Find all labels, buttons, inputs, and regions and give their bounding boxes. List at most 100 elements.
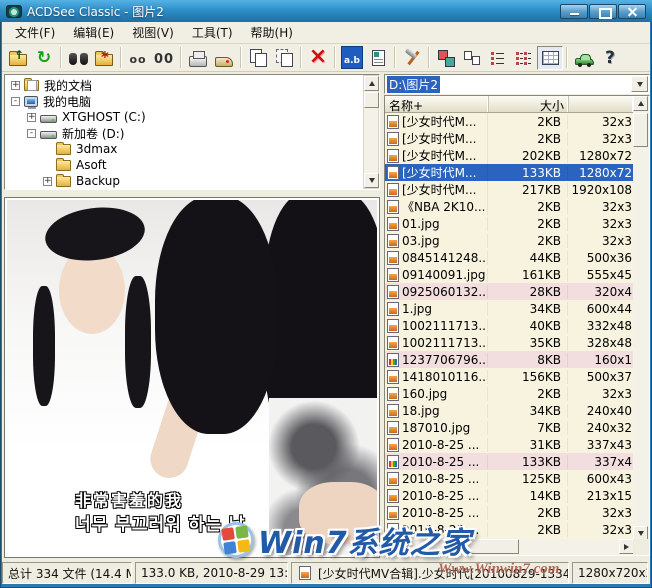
file-row[interactable]: 2010-8-25 ...2KB32x3 <box>385 504 634 521</box>
toolbar-separator <box>394 47 396 68</box>
list-hscroll-thumb[interactable] <box>401 539 519 554</box>
menu-item[interactable]: 文件(F) <box>6 22 64 43</box>
file-row[interactable]: 187010.jpg7KB240x32 <box>385 419 634 436</box>
path-combobox[interactable]: D:\图片2 <box>384 74 650 94</box>
file-row[interactable]: 1418010116...156KB500x37 <box>385 368 634 385</box>
file-list-body: [少女时代M...2KB32x3[少女时代M...2KB32x3[少女时代M..… <box>385 113 634 541</box>
file-row[interactable]: 1237706796...8KB160x1 <box>385 351 634 368</box>
acquire-button[interactable] <box>211 46 237 70</box>
status-dimensions: 1280x720x24b <box>572 562 648 584</box>
menu-item[interactable]: 帮助(H) <box>242 22 302 43</box>
tree-item[interactable]: -新加卷 (D:) <box>5 125 362 141</box>
tree-scroll-thumb[interactable] <box>364 92 379 108</box>
file-size: 2KB <box>488 217 568 231</box>
file-row[interactable]: 1.jpg34KB600x44 <box>385 300 634 317</box>
column-header-name[interactable]: 名称+ <box>385 96 489 112</box>
file-row[interactable]: 03.jpg2KB32x3 <box>385 232 634 249</box>
file-name: 18.jpg <box>402 404 488 418</box>
tree-item[interactable]: +我的文档 <box>5 77 362 93</box>
view-thumbnails-button[interactable] <box>433 46 459 70</box>
view-smalls-icon-button[interactable] <box>459 46 485 70</box>
rename-button[interactable]: a.b <box>339 46 365 70</box>
print-button[interactable] <box>185 46 211 70</box>
car-button[interactable] <box>571 46 597 70</box>
list-scroll-up-button[interactable] <box>633 96 648 111</box>
list-scroll-thumb[interactable] <box>633 113 648 147</box>
file-row[interactable]: 1002111713...40KB332x48 <box>385 317 634 334</box>
favorites-folder-button[interactable]: * <box>91 46 117 70</box>
file-row[interactable]: 2010-8-25 ...31KB337x43 <box>385 436 634 453</box>
file-row[interactable]: 2010-8-25 ...125KB600x43 <box>385 470 634 487</box>
circles-small-button[interactable]: oo <box>125 46 151 70</box>
file-size: 133KB <box>488 166 568 180</box>
list-scroll-right-button[interactable] <box>619 539 634 554</box>
find-button[interactable] <box>65 46 91 70</box>
column-header-size[interactable]: 大小 <box>489 96 569 112</box>
file-dimensions: 328x48 <box>568 336 634 350</box>
tree-scrollbar[interactable] <box>363 75 379 189</box>
list-horizontal-scrollbar[interactable] <box>385 539 634 555</box>
file-dimensions: 240x40 <box>568 404 634 418</box>
file-row[interactable]: 01.jpg2KB32x3 <box>385 215 634 232</box>
file-row[interactable]: 2010-8-25 ...133KB337x4 <box>385 453 634 470</box>
file-row[interactable]: [少女时代M...2KB32x3 <box>385 130 634 147</box>
tree-scroll-down-button[interactable] <box>364 173 379 188</box>
file-size: 2KB <box>488 132 568 146</box>
expand-icon[interactable]: + <box>11 81 20 90</box>
menu-item[interactable]: 编辑(E) <box>64 22 123 43</box>
file-dimensions: 500x36 <box>568 251 634 265</box>
menu-item[interactable]: 视图(V) <box>123 22 183 43</box>
file-row[interactable]: 2010-8-25 ...2KB32x3 <box>385 521 634 538</box>
path-dropdown-button[interactable] <box>631 76 648 92</box>
view-details-button[interactable] <box>537 46 563 70</box>
tree-scroll-up-button[interactable] <box>364 76 379 91</box>
list-scroll-left-button[interactable] <box>385 539 400 554</box>
minimize-button[interactable] <box>560 4 588 19</box>
close-button[interactable] <box>618 4 646 19</box>
file-size: 2KB <box>488 200 568 214</box>
file-row[interactable]: [少女时代M...202KB1280x72 <box>385 147 634 164</box>
help-button[interactable]: ? <box>597 46 623 70</box>
file-row[interactable]: [少女时代M...2KB32x3 <box>385 113 634 130</box>
file-row[interactable]: 0925060132...28KB320x4 <box>385 283 634 300</box>
file-row[interactable]: 160.jpg2KB32x3 <box>385 385 634 402</box>
maximize-button[interactable] <box>589 4 617 19</box>
file-dimensions: 337x43 <box>568 438 634 452</box>
delete-button[interactable]: × <box>305 46 331 70</box>
collapse-icon[interactable]: - <box>11 97 20 106</box>
view-list-button[interactable] <box>485 46 511 70</box>
view-detail-list-button[interactable] <box>511 46 537 70</box>
circles-large-icon: 00 <box>154 48 174 67</box>
description-button[interactable] <box>365 46 391 70</box>
tree-item[interactable]: +XTGHOST (C:) <box>5 109 362 125</box>
menu-item[interactable]: 工具(T) <box>183 22 242 43</box>
preview-pane[interactable]: 非常害羞的我 너무 부끄러워 하는 날 <box>4 197 380 558</box>
list-vertical-scrollbar[interactable] <box>633 96 649 541</box>
copy-button[interactable] <box>245 46 271 70</box>
file-size: 31KB <box>488 438 568 452</box>
file-row[interactable]: 18.jpg34KB240x40 <box>385 402 634 419</box>
computer-icon <box>24 96 38 107</box>
circles-large-button[interactable]: 00 <box>151 46 177 70</box>
expand-icon[interactable]: + <box>43 177 52 186</box>
file-row[interactable]: 《NBA 2K10...2KB32x3 <box>385 198 634 215</box>
file-row[interactable]: [少女时代M...217KB1920x108 <box>385 181 634 198</box>
expand-icon[interactable]: + <box>27 113 36 122</box>
tools-button[interactable] <box>399 46 425 70</box>
file-row[interactable]: 0845141248...44KB500x36 <box>385 249 634 266</box>
column-header-dims[interactable] <box>569 96 634 112</box>
refresh-button[interactable]: ↻ <box>31 46 57 70</box>
title-bar[interactable]: ACDSee Classic - 图片2 <box>0 0 652 22</box>
file-row[interactable]: [少女时代M...133KB1280x72 <box>385 164 634 181</box>
tree-item[interactable]: Asoft <box>5 157 362 173</box>
file-row[interactable]: 1002111713...35KB328x48 <box>385 334 634 351</box>
toolbar-separator <box>566 47 568 68</box>
tree-item[interactable]: +Backup <box>5 173 362 189</box>
tree-item[interactable]: -我的电脑 <box>5 93 362 109</box>
tree-item[interactable]: 3dmax <box>5 141 362 157</box>
file-row[interactable]: 2010-8-25 ...14KB213x15 <box>385 487 634 504</box>
file-row[interactable]: 09140091.jpg161KB555x45 <box>385 266 634 283</box>
up-folder-button[interactable]: ↑ <box>5 46 31 70</box>
paste-button[interactable] <box>271 46 297 70</box>
collapse-icon[interactable]: - <box>27 129 36 138</box>
